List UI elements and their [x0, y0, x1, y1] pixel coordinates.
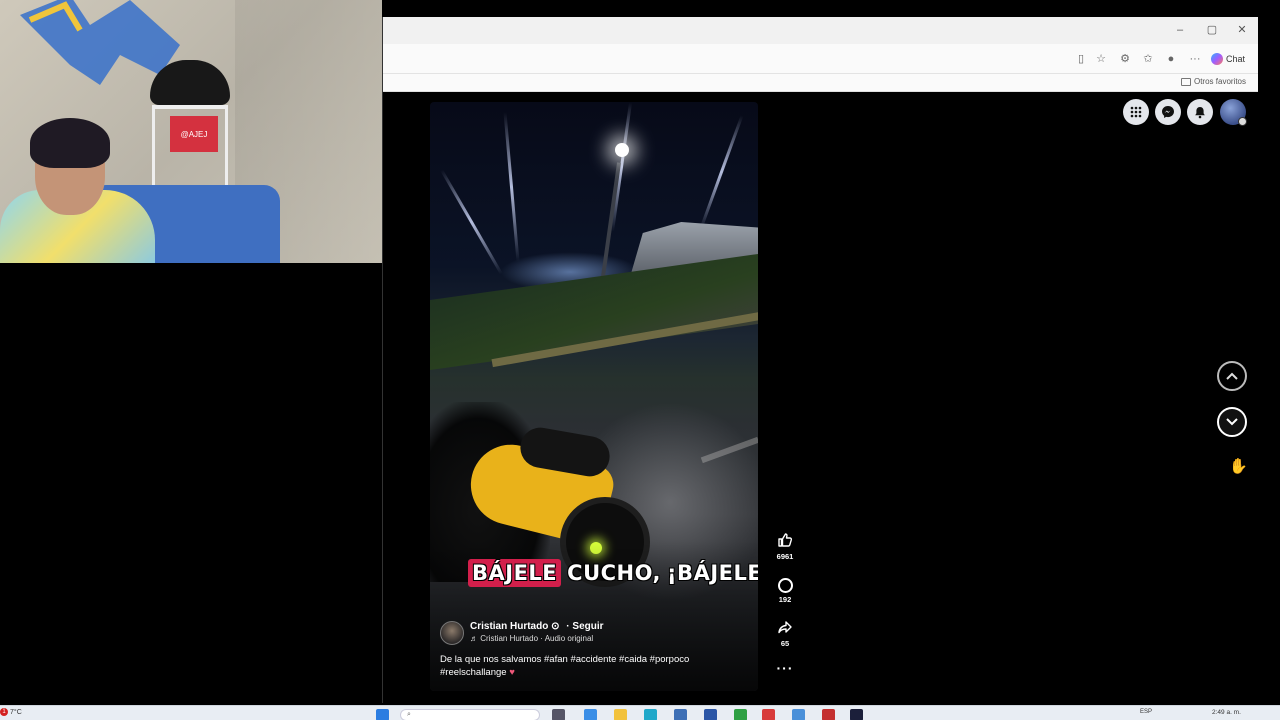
red-box: @AJEJ — [170, 116, 218, 152]
account-avatar[interactable] — [1220, 99, 1247, 126]
app-icon[interactable] — [584, 709, 597, 720]
light-ray — [503, 112, 520, 262]
audio-info[interactable]: ♬ Cristian Hurtado · Audio original — [470, 634, 604, 643]
share-action[interactable]: 65 — [772, 619, 798, 648]
thumbs-up-icon — [772, 532, 798, 550]
bell-icon[interactable] — [1187, 99, 1213, 125]
favorites-bar: Otros favoritos — [383, 74, 1258, 92]
maximize-button[interactable]: ▢ — [1203, 22, 1221, 38]
author-info: Cristian Hurtado ⊙ · Seguir ♬ Cristian H… — [470, 621, 604, 645]
follow-button[interactable]: · Seguir — [566, 621, 603, 632]
page-content: BÁJELE CUCHO, ¡BÁJELE Cristian Hurtado ⊙… — [383, 92, 1258, 703]
task-view-icon[interactable] — [552, 709, 565, 720]
title-bar: – ▢ ✕ — [383, 17, 1258, 44]
clock[interactable]: 2:49 a. m. — [1212, 709, 1241, 716]
app-icon[interactable] — [674, 709, 687, 720]
star-icon[interactable]: ☆ — [1093, 51, 1109, 67]
app-icon[interactable] — [850, 709, 863, 720]
weather-widget[interactable]: 1 7°C — [0, 708, 22, 716]
caption-word: CUCHO, — [567, 561, 661, 585]
hand-cursor-icon: ✋ — [1229, 458, 1248, 475]
edge-icon[interactable] — [644, 709, 657, 720]
chat-button[interactable]: Chat — [1211, 50, 1245, 68]
street-light — [615, 143, 629, 157]
close-button[interactable]: ✕ — [1233, 22, 1251, 38]
temperature: 7°C — [10, 708, 22, 716]
browser-window: – ▢ ✕ ▯ ☆ ⚙ ✩ ● ··· Chat Otros favoritos — [382, 17, 1258, 703]
messenger-icon[interactable] — [1155, 99, 1181, 125]
author-avatar[interactable] — [440, 621, 464, 645]
reel-caption: BÁJELE CUCHO, ¡BÁJELE — [468, 559, 758, 587]
copilot-icon — [1211, 53, 1223, 65]
caption-word: ¡BÁJELE — [666, 561, 758, 585]
chevron-up-icon — [1225, 368, 1239, 385]
webcam-overlay: @AJEJ — [0, 0, 382, 263]
screen: – ▢ ✕ ▯ ☆ ⚙ ✩ ● ··· Chat Otros favoritos — [0, 0, 1280, 720]
reel-video[interactable]: BÁJELE CUCHO, ¡BÁJELE Cristian Hurtado ⊙… — [430, 102, 758, 691]
person-hair — [30, 118, 110, 168]
split-screen-icon[interactable]: ▯ — [1073, 51, 1089, 67]
caption-highlight: BÁJELE — [468, 559, 562, 587]
light-ray — [440, 169, 503, 275]
chat-label: Chat — [1226, 54, 1246, 64]
gmail-icon[interactable] — [762, 709, 775, 720]
windows-start-icon[interactable] — [376, 709, 389, 720]
browser-toolbar: ▯ ☆ ⚙ ✩ ● ··· Chat — [383, 44, 1258, 74]
share-icon — [772, 619, 798, 637]
verified-icon: ⊙ — [551, 621, 560, 632]
like-count: 6961 — [776, 552, 794, 561]
minimize-button[interactable]: – — [1171, 22, 1189, 38]
folder-icon — [1180, 77, 1191, 86]
file-explorer-icon[interactable] — [614, 709, 627, 720]
app-icon[interactable] — [734, 709, 747, 720]
language-indicator[interactable]: ESP — [1140, 709, 1152, 715]
previous-reel-button[interactable] — [1217, 361, 1247, 391]
app-icon[interactable] — [704, 709, 717, 720]
more-options-icon[interactable]: ··· — [1187, 51, 1203, 67]
account-status-dot — [1238, 117, 1247, 126]
comment-action[interactable]: 192 — [772, 576, 798, 604]
light-ray — [610, 102, 633, 232]
light-ray — [699, 115, 744, 229]
more-options-button[interactable]: ··· — [772, 660, 798, 676]
reel-author: Cristian Hurtado ⊙ · Seguir ♬ Cristian H… — [440, 621, 604, 645]
profile-icon[interactable]: ● — [1163, 51, 1179, 67]
other-favorites-folder[interactable]: Otros favoritos — [1180, 77, 1246, 86]
like-action[interactable]: 6961 — [772, 532, 798, 561]
comment-icon — [777, 578, 793, 593]
app-icon[interactable] — [822, 709, 835, 720]
other-favorites-label: Otros favoritos — [1193, 77, 1246, 86]
taskbar-search[interactable]: ⌕ — [400, 709, 540, 720]
heart-icon: ♥ — [509, 667, 515, 678]
next-reel-button[interactable] — [1217, 407, 1247, 437]
app-icon[interactable] — [792, 709, 805, 720]
author-name[interactable]: Cristian Hurtado — [470, 621, 548, 632]
taskbar: 1 7°C ⌕ ESP 2:49 a. m. — [0, 705, 1280, 720]
grid-menu-icon[interactable] — [1123, 99, 1149, 125]
chevron-down-icon — [1225, 414, 1239, 431]
share-count: 65 — [780, 639, 790, 648]
favorites-icon[interactable]: ✩ — [1140, 51, 1156, 67]
reel-description: De la que nos salvamos #afan #accidente … — [440, 653, 740, 679]
extensions-icon[interactable]: ⚙ — [1117, 51, 1133, 67]
comment-count: 192 — [778, 595, 792, 604]
notification-badge: 1 — [0, 708, 8, 716]
author-line: Cristian Hurtado ⊙ · Seguir — [470, 621, 604, 632]
description-text: De la que nos salvamos #afan #accidente … — [440, 654, 690, 678]
